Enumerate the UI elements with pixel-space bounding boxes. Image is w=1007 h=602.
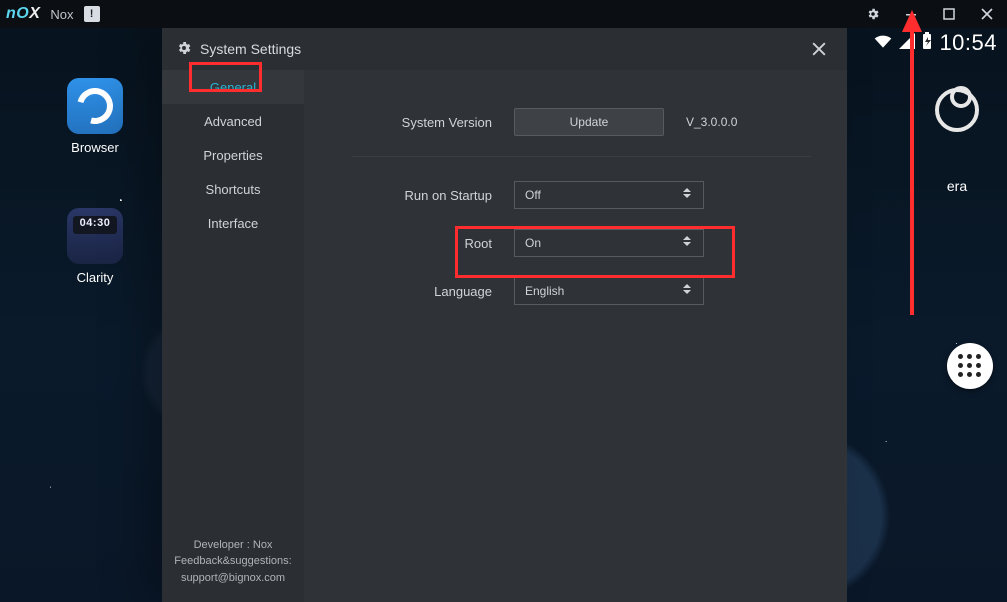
nox-logo: nOX [6, 5, 40, 23]
apps-grid-icon [958, 354, 982, 378]
desktop-icon-browser[interactable]: Browser [56, 78, 134, 155]
chevron-updown-icon [683, 236, 693, 250]
language-value: English [525, 284, 564, 298]
tab-shortcuts[interactable]: Shortcuts [162, 172, 304, 206]
minimize-icon[interactable] [897, 0, 925, 28]
divider [352, 156, 811, 157]
logo-o: O [16, 5, 29, 22]
row-root: Root On [352, 219, 811, 267]
window-titlebar: nOX Nox ! [0, 0, 1007, 28]
footer-email: support@bignox.com [172, 570, 294, 587]
dialog-title: System Settings [176, 40, 301, 59]
tab-advanced[interactable]: Advanced [162, 104, 304, 138]
clarity-app-icon [67, 208, 123, 264]
dialog-title-text: System Settings [200, 41, 301, 57]
settings-content: System Version Update V_3.0.0.0 Run on S… [304, 70, 847, 602]
wifi-icon [873, 33, 893, 54]
tab-general[interactable]: General [162, 70, 304, 104]
root-select[interactable]: On [514, 229, 704, 257]
logo-n: n [6, 5, 16, 22]
footer-developer: Developer : Nox [172, 537, 294, 554]
version-value: V_3.0.0.0 [686, 115, 737, 129]
gear-icon [176, 40, 192, 59]
root-label: Root [352, 236, 492, 251]
battery-charging-icon [921, 32, 933, 55]
apps-drawer-button[interactable] [947, 343, 993, 389]
startup-select[interactable]: Off [514, 181, 704, 209]
row-language: Language English [352, 267, 811, 315]
sidebar-footer-info: Developer : Nox Feedback&suggestions: su… [162, 525, 304, 602]
signal-icon [899, 33, 915, 54]
icon-label-partial: era [947, 178, 967, 194]
footer-feedback-label: Feedback&suggestions: [172, 553, 294, 570]
dialog-header: System Settings [162, 28, 847, 70]
dialog-close-button[interactable] [805, 35, 833, 63]
notice-badge-icon[interactable]: ! [84, 6, 100, 22]
row-startup: Run on Startup Off [352, 171, 811, 219]
chevron-updown-icon [683, 284, 693, 298]
update-button[interactable]: Update [514, 108, 664, 136]
desktop-icon-camera-partial[interactable]: era [921, 88, 993, 194]
browser-app-icon [67, 78, 123, 134]
desktop-icon-clarity[interactable]: Clarity [56, 208, 134, 285]
row-system-version: System Version Update V_3.0.0.0 [352, 98, 811, 146]
settings-gear-icon[interactable] [859, 0, 887, 28]
logo-x: X [29, 5, 40, 22]
system-settings-dialog: System Settings General Advanced Propert… [162, 28, 847, 602]
app-name: Nox [50, 7, 73, 22]
maximize-icon[interactable] [935, 0, 963, 28]
language-select[interactable]: English [514, 277, 704, 305]
root-value: On [525, 236, 541, 250]
language-label: Language [352, 284, 492, 299]
startup-value: Off [525, 188, 541, 202]
close-window-icon[interactable] [973, 0, 1001, 28]
tab-properties[interactable]: Properties [162, 138, 304, 172]
settings-sidebar: General Advanced Properties Shortcuts In… [162, 70, 304, 602]
system-version-label: System Version [352, 115, 492, 130]
status-time: 10:54 [939, 30, 997, 56]
startup-label: Run on Startup [352, 188, 492, 203]
icon-label: Browser [71, 140, 119, 155]
chevron-updown-icon [683, 188, 693, 202]
icon-label: Clarity [77, 270, 114, 285]
camera-app-icon [935, 88, 979, 132]
android-statusbar: 10:54 [873, 28, 997, 58]
tab-interface[interactable]: Interface [162, 206, 304, 240]
